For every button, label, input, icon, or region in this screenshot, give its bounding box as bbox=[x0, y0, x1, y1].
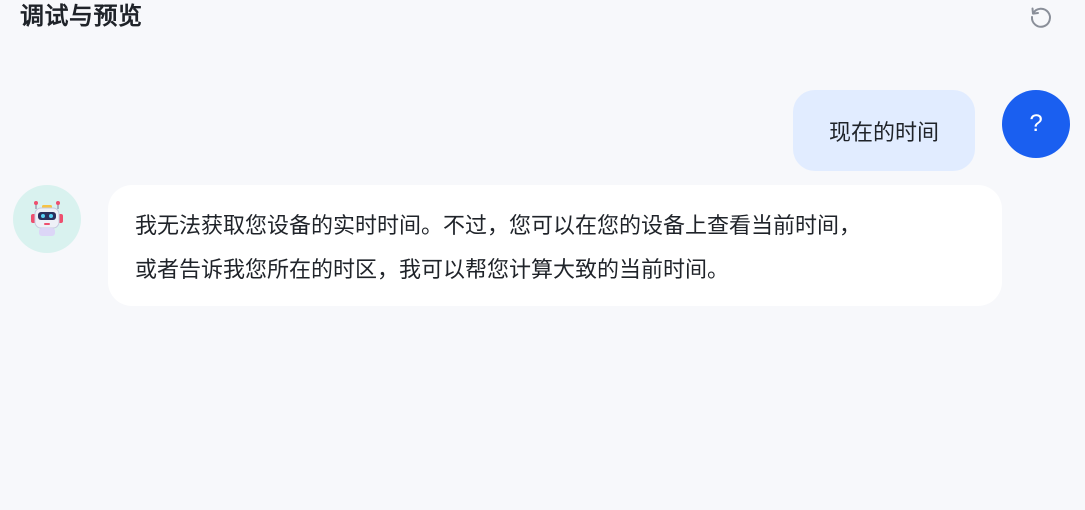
bot-avatar bbox=[13, 185, 81, 253]
bot-message-line: 我无法获取您设备的实时时间。不过，您可以在您的设备上查看当前时间， bbox=[135, 214, 862, 239]
user-avatar-text: ? bbox=[1029, 110, 1043, 137]
robot-icon bbox=[31, 201, 63, 236]
user-message-text: 现在的时间 bbox=[828, 120, 939, 146]
bot-message-line: 或者告诉我您所在的时区，我可以帮您计算大致的当前时间。 bbox=[135, 258, 730, 283]
reset-button[interactable] bbox=[1026, 2, 1056, 32]
user-message: 现在的时间 bbox=[793, 90, 975, 171]
user-avatar: ? bbox=[1002, 90, 1070, 158]
bot-message: 我无法获取您设备的实时时间。不过，您可以在您的设备上查看当前时间， 或者告诉我您… bbox=[108, 185, 1002, 306]
reset-icon bbox=[1030, 7, 1051, 28]
page-title: 调试与预览 bbox=[20, 2, 143, 30]
